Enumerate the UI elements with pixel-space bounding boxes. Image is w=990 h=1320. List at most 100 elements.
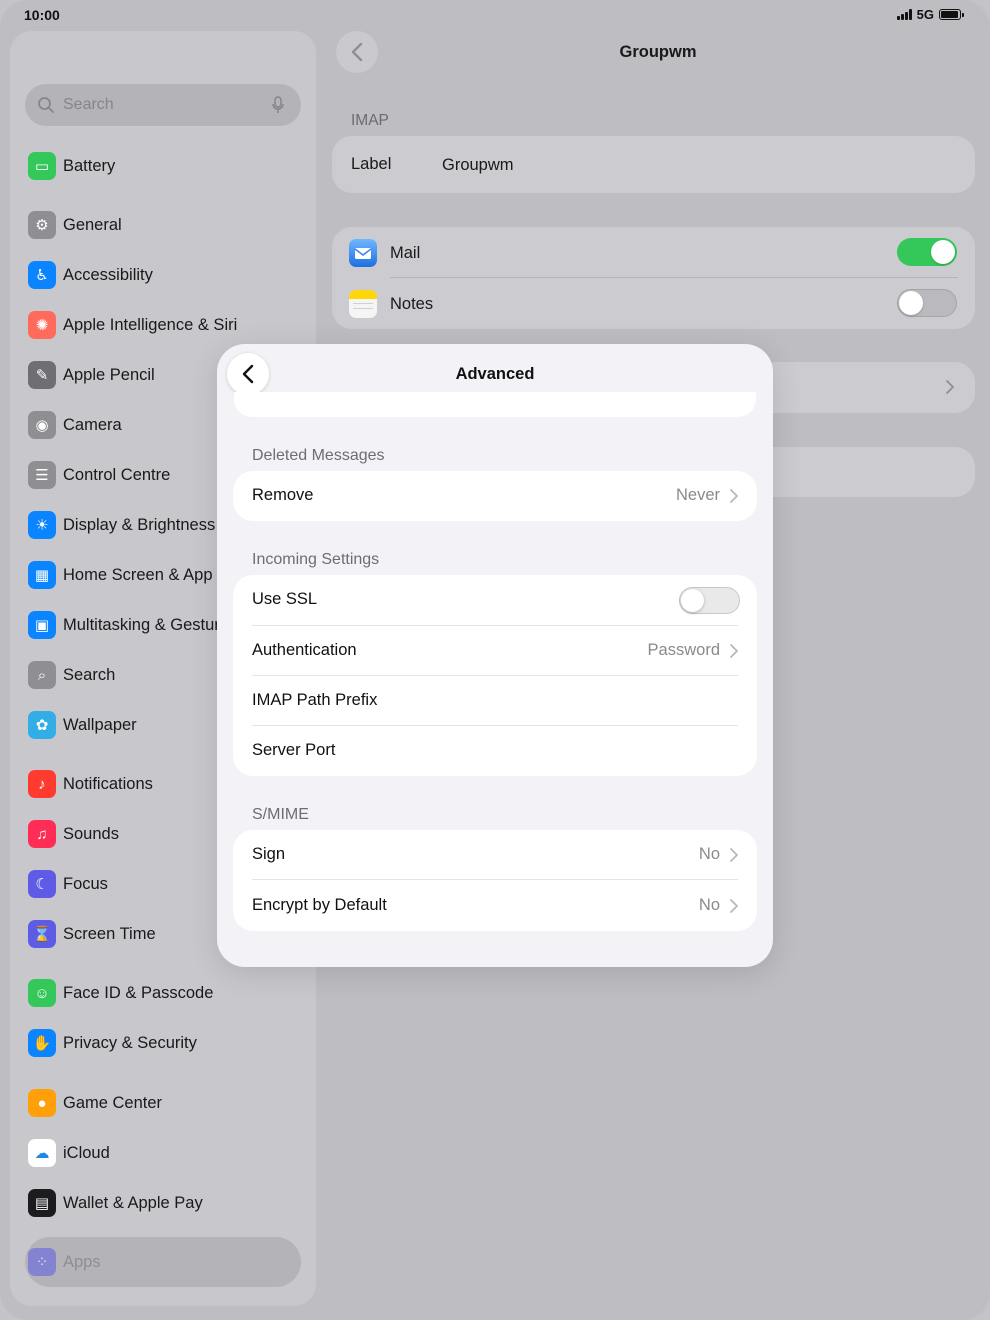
- deleted-messages-header: Deleted Messages: [252, 447, 385, 464]
- sidebar-item-wallet-apple-pay[interactable]: ▤ Wallet & Apple Pay: [28, 1188, 318, 1218]
- camera-icon: ◉: [28, 411, 56, 439]
- multitasking-icon: ▣: [28, 611, 56, 639]
- sign-label: Sign: [252, 845, 286, 863]
- sidebar-item-label: Display & Brightness: [63, 515, 216, 534]
- smime-header: S/MIME: [252, 806, 309, 823]
- toggles-icon: ☰: [28, 461, 56, 489]
- chevron-right-icon: [730, 848, 738, 862]
- use-ssl-label: Use SSL: [252, 590, 318, 608]
- signal-icon: [896, 9, 912, 20]
- hourglass-icon: ⌛: [28, 920, 56, 948]
- label-value-field[interactable]: Groupwm: [442, 156, 514, 175]
- sidebar-item-label: Game Center: [63, 1093, 163, 1112]
- remove-label: Remove: [252, 486, 314, 504]
- home-screen-icon: ▦: [28, 561, 56, 589]
- sidebar-item-label: Sounds: [63, 824, 119, 843]
- sidebar-item-face-id-passcode[interactable]: ☺ Face ID & Passcode: [28, 978, 318, 1008]
- sidebar-item-label: Focus: [63, 874, 108, 893]
- sidebar-item-privacy-security[interactable]: ✋ Privacy & Security: [28, 1028, 318, 1058]
- search-placeholder: Search: [63, 96, 114, 113]
- mail-app-icon: [349, 239, 377, 267]
- search-icon: [38, 97, 54, 113]
- server-port-row[interactable]: Server Port: [233, 726, 757, 776]
- mail-label: Mail: [390, 244, 421, 262]
- smime-card: Sign No Encrypt by Default No: [233, 830, 757, 931]
- sidebar-item-label: General: [63, 215, 122, 234]
- sidebar-item-label: Apple Pencil: [63, 365, 155, 384]
- incoming-settings-header: Incoming Settings: [252, 551, 380, 568]
- back-button[interactable]: [336, 31, 378, 73]
- sidebar-item-label: Wallpaper: [63, 715, 137, 734]
- sign-value: No: [698, 845, 720, 863]
- sidebar-item-game-center[interactable]: ● Game Center: [28, 1088, 318, 1118]
- label-card: Label Groupwm: [332, 136, 975, 193]
- sidebar-item-apps[interactable]: ⁘ Apps: [28, 1247, 318, 1277]
- authentication-label: Authentication: [252, 641, 357, 659]
- incoming-settings-card: Use SSL Authentication Password IMAP Pat…: [233, 575, 757, 776]
- sidebar-item-battery[interactable]: ▭ Battery: [28, 151, 318, 181]
- hand-icon: ✋: [28, 1029, 56, 1057]
- remove-row[interactable]: Remove Never: [233, 471, 757, 521]
- sidebar-item-label: Search: [63, 665, 116, 684]
- account-settings-row-peek[interactable]: [740, 362, 975, 413]
- sidebar-item-label: Wallet & Apple Pay: [63, 1193, 203, 1212]
- network-label: 5G: [916, 7, 934, 22]
- delete-account-row-peek[interactable]: [740, 447, 975, 497]
- imap-section-header: IMAP: [351, 112, 389, 129]
- sidebar-item-label: Battery: [63, 156, 116, 175]
- screen: 10:00 5G Search ▭ Battery ⚙ General ♿ Accessi…: [0, 0, 990, 1320]
- sidebar-item-apple-intelligence-siri[interactable]: ✺ Apple Intelligence & Siri: [28, 310, 318, 340]
- battery-status-icon: [939, 9, 961, 20]
- sidebar-item-label: Control Centre: [63, 465, 171, 484]
- chevron-left-icon: [351, 42, 363, 62]
- sidebar-item-label: Accessibility: [63, 265, 153, 284]
- accessibility-icon: ♿: [28, 261, 56, 289]
- server-port-label: Server Port: [252, 741, 336, 759]
- search-icon: ⌕: [28, 661, 56, 689]
- deleted-messages-card: Remove Never: [233, 471, 757, 521]
- face-id-icon: ☺: [28, 979, 56, 1007]
- siri-icon: ✺: [28, 311, 56, 339]
- cloud-icon: ☁: [28, 1139, 56, 1167]
- encrypt-by-default-row[interactable]: Encrypt by Default No: [233, 881, 757, 931]
- status-bar-right: 5G: [896, 7, 964, 22]
- bell-icon: ♪: [28, 770, 56, 798]
- imap-path-prefix-row[interactable]: IMAP Path Prefix: [233, 676, 757, 726]
- chevron-right-icon: [730, 489, 738, 503]
- sidebar-item-label: iCloud: [63, 1143, 110, 1162]
- sidebar-item-label: Apps: [63, 1252, 101, 1271]
- use-ssl-toggle[interactable]: [679, 587, 740, 614]
- microphone-icon[interactable]: [271, 96, 285, 114]
- notes-label: Notes: [390, 295, 434, 313]
- flower-icon: ✿: [28, 711, 56, 739]
- services-card: Mail Notes: [332, 227, 975, 329]
- label-key: Label: [351, 155, 392, 173]
- chevron-right-icon: [730, 644, 738, 658]
- notes-app-icon: [349, 290, 377, 318]
- use-ssl-row: Use SSL: [233, 575, 757, 626]
- mail-toggle[interactable]: [897, 238, 957, 266]
- gear-icon: ⚙: [28, 211, 56, 239]
- chevron-right-icon: [730, 899, 738, 913]
- sidebar-item-icloud[interactable]: ☁ iCloud: [28, 1138, 318, 1168]
- sidebar-item-label: Privacy & Security: [63, 1033, 197, 1052]
- sidebar-item-label: Apple Intelligence & Siri: [63, 315, 238, 334]
- sidebar-item-general[interactable]: ⚙ General: [28, 210, 318, 240]
- notes-toggle[interactable]: [897, 289, 957, 317]
- apps-grid-icon: ⁘: [28, 1248, 56, 1276]
- moon-icon: ☾: [28, 870, 56, 898]
- game-center-icon: ●: [28, 1089, 56, 1117]
- sidebar-item-accessibility[interactable]: ♿ Accessibility: [28, 260, 318, 290]
- sign-row[interactable]: Sign No: [233, 830, 757, 880]
- modal-title: Advanced: [455, 365, 535, 383]
- speaker-icon: ♫: [28, 820, 56, 848]
- authentication-row[interactable]: Authentication Password: [233, 626, 757, 676]
- pencil-icon: ✎: [28, 361, 56, 389]
- scrolled-card-peek: [234, 392, 756, 417]
- sidebar-item-label: Screen Time: [63, 924, 156, 943]
- sidebar-item-label: Notifications: [63, 774, 153, 793]
- remove-value: Never: [675, 486, 720, 504]
- search-field[interactable]: Search: [25, 84, 301, 126]
- battery-icon: ▭: [28, 152, 56, 180]
- status-time: 10:00: [24, 7, 60, 23]
